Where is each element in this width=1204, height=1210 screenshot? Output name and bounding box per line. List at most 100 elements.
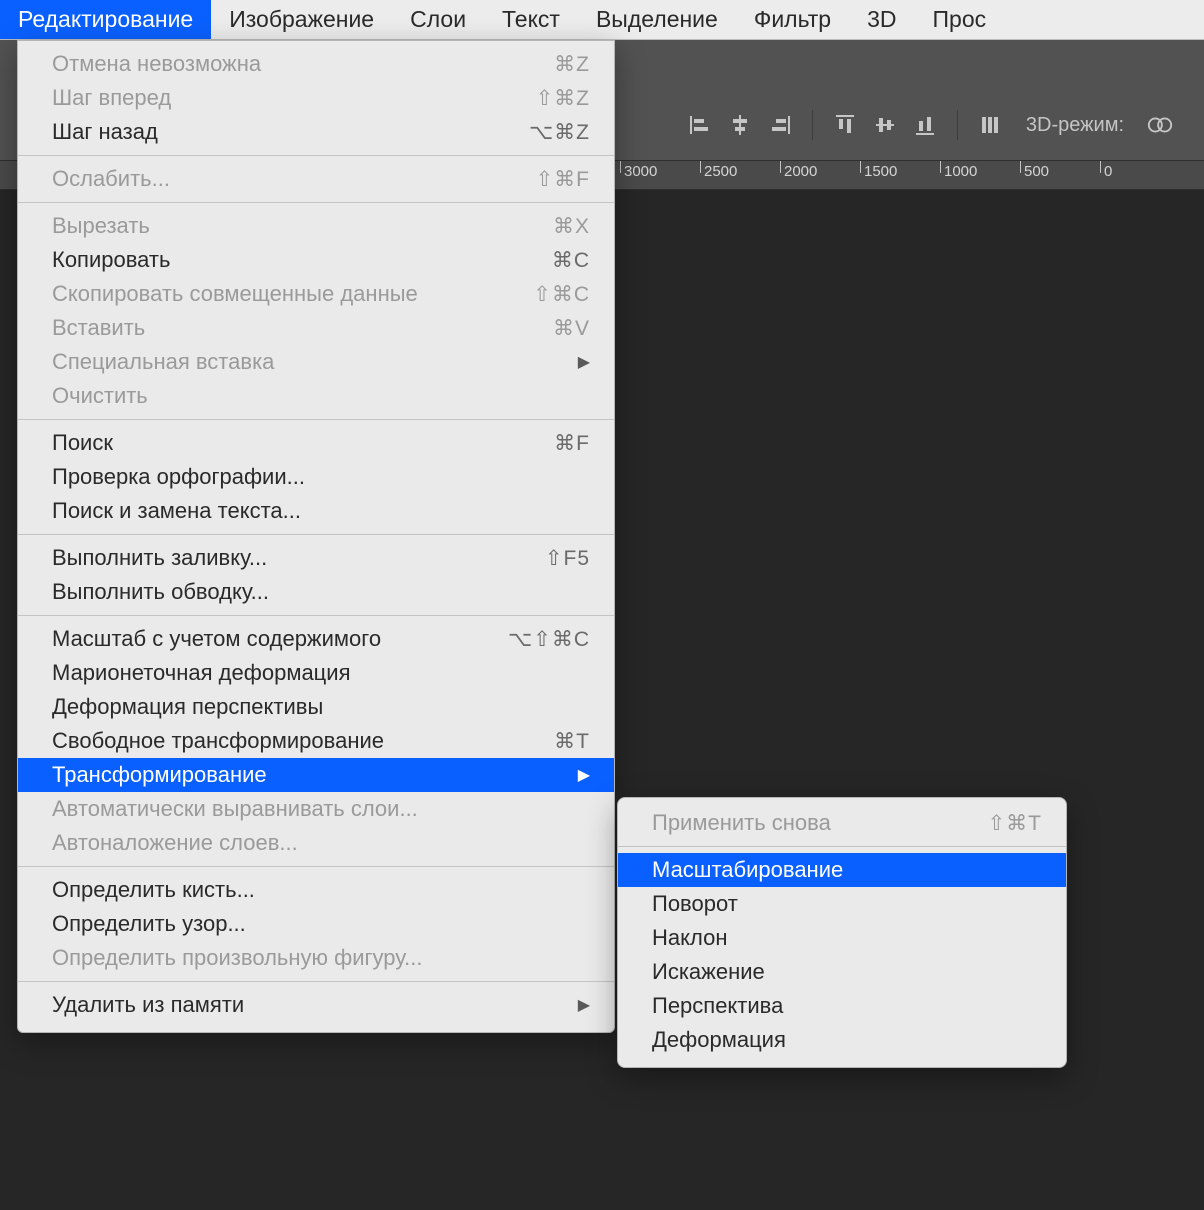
separator [812,110,813,140]
chevron-right-icon: ▶ [578,765,590,785]
distribute-vertical-centers-icon[interactable] [871,111,899,139]
menu-item-label: Шаг назад [52,119,510,145]
edit-menu-item[interactable]: Марионеточная деформация [18,656,614,690]
menubar-item[interactable]: Редактирование [0,0,211,39]
menu-item-label: Копировать [52,247,510,273]
menubar-item[interactable]: Прос [915,0,1005,39]
edit-menu-item: Автоматически выравнивать слои... [18,792,614,826]
menu-item-label: Деформация [652,1027,1042,1053]
menu-item-label: Масштаб с учетом содержимого [52,626,508,652]
transform-submenu-item[interactable]: Масштабирование [618,853,1066,887]
menu-item-shortcut: ⌘X [510,214,590,239]
menu-item-label: Поворот [652,891,1042,917]
menu-separator [618,846,1066,847]
edit-menu-item[interactable]: Трансформирование ▶ [18,758,614,792]
distribute-bottom-icon[interactable] [911,111,939,139]
transform-submenu: Применить снова⇧⌘T Масштабирование Поворот… [617,797,1067,1068]
menu-item-shortcut: ⌥⇧⌘C [508,627,590,652]
edit-menu-item: Ослабить...⇧⌘F [18,162,614,196]
menu-separator [18,202,614,203]
menu-item-shortcut: ⌘T [510,729,590,754]
edit-menu-item: Очистить [18,379,614,413]
ruler-tick: 500 [1020,161,1100,189]
ruler-tick: 0 [1100,161,1180,189]
edit-menu-item[interactable]: Свободное трансформирование⌘T [18,724,614,758]
chevron-right-icon: ▶ [578,995,590,1015]
menu-item-shortcut: ⇧⌘Z [510,86,590,111]
edit-menu-item[interactable]: Определить кисть... [18,873,614,907]
menu-item-shortcut: ⌘F [510,431,590,456]
ruler-tick: 2000 [780,161,860,189]
menubar-item[interactable]: Изображение [211,0,392,39]
menu-item-shortcut: ⌘C [510,248,590,273]
edit-menu-item[interactable]: Выполнить заливку...⇧F5 [18,541,614,575]
edit-menu-item: Вставить⌘V [18,311,614,345]
edit-menu-item: Шаг вперед⇧⌘Z [18,81,614,115]
edit-menu-dropdown: Отмена невозможна⌘ZШаг вперед⇧⌘ZШаг наза… [17,40,615,1033]
menu-item-label: Трансформирование [52,762,570,788]
edit-menu-item[interactable]: Поиск и замена текста... [18,494,614,528]
transform-submenu-item[interactable]: Перспектива [618,989,1066,1023]
menu-item-label: Поиск и замена текста... [52,498,590,524]
menubar-item[interactable]: 3D [849,0,914,39]
transform-submenu-item[interactable]: Деформация [618,1023,1066,1057]
align-right-edges-icon[interactable] [766,111,794,139]
menu-item-label: Поиск [52,430,510,456]
menu-item-label: Наклон [652,925,1042,951]
edit-menu-item[interactable]: Шаг назад⌥⌘Z [18,115,614,149]
menu-item-label: Перспектива [652,993,1042,1019]
menu-separator [18,615,614,616]
edit-menu-item[interactable]: Масштаб с учетом содержимого⌥⇧⌘C [18,622,614,656]
edit-menu-item[interactable]: Удалить из памяти▶ [18,988,614,1022]
edit-menu-item[interactable]: Деформация перспективы [18,690,614,724]
ruler-tick: 1500 [860,161,940,189]
align-left-edges-icon[interactable] [686,111,714,139]
transform-submenu-item[interactable]: Наклон [618,921,1066,955]
transform-submenu-item: Применить снова⇧⌘T [618,806,1066,840]
ruler-tick: 3000 [620,161,700,189]
chevron-right-icon: ▶ [578,352,590,372]
edit-menu-item: Определить произвольную фигуру... [18,941,614,975]
menubar-item[interactable]: Фильтр [736,0,849,39]
menubar-item[interactable]: Слои [392,0,484,39]
menu-item-label: Проверка орфографии... [52,464,590,490]
transform-submenu-item[interactable]: Поворот [618,887,1066,921]
edit-menu-item[interactable]: Поиск⌘F [18,426,614,460]
menu-item-label: Отмена невозможна [52,51,510,77]
edit-menu-item[interactable]: Проверка орфографии... [18,460,614,494]
edit-menu-item: Специальная вставка▶ [18,345,614,379]
menu-separator [18,155,614,156]
edit-menu-item[interactable]: Выполнить обводку... [18,575,614,609]
ruler-tick: 2500 [700,161,780,189]
menu-separator [18,419,614,420]
edit-menu-item[interactable]: Определить узор... [18,907,614,941]
menu-item-label: Ослабить... [52,166,510,192]
menubar-item[interactable]: Выделение [578,0,736,39]
menu-item-label: Выполнить заливку... [52,545,510,571]
edit-menu-item: Вырезать⌘X [18,209,614,243]
align-horizontal-centers-icon[interactable] [726,111,754,139]
menu-item-label: Очистить [52,383,590,409]
distribute-top-icon[interactable] [831,111,859,139]
edit-menu-item[interactable]: Копировать⌘C [18,243,614,277]
menu-item-label: Определить произвольную фигуру... [52,945,590,971]
menu-item-shortcut: ⇧⌘T [962,811,1042,836]
orbit-3d-icon[interactable] [1146,111,1174,139]
ruler-tick: 1000 [940,161,1020,189]
menu-separator [18,866,614,867]
distribute-widths-icon[interactable] [976,111,1004,139]
menu-item-label: Вставить [52,315,510,341]
menu-item-label: Искажение [652,959,1042,985]
menu-item-label: Применить снова [652,810,962,836]
menu-item-label: Деформация перспективы [52,694,590,720]
separator [957,110,958,140]
menubar-item[interactable]: Текст [484,0,578,39]
menu-item-label: Масштабирование [652,857,1042,883]
edit-menu-item: Автоналожение слоев... [18,826,614,860]
transform-submenu-item[interactable]: Искажение [618,955,1066,989]
menu-item-label: Скопировать совмещенные данные [52,281,510,307]
menu-separator [18,981,614,982]
menu-separator [18,534,614,535]
menu-item-label: Шаг вперед [52,85,510,111]
menu-item-label: Автоматически выравнивать слои... [52,796,590,822]
